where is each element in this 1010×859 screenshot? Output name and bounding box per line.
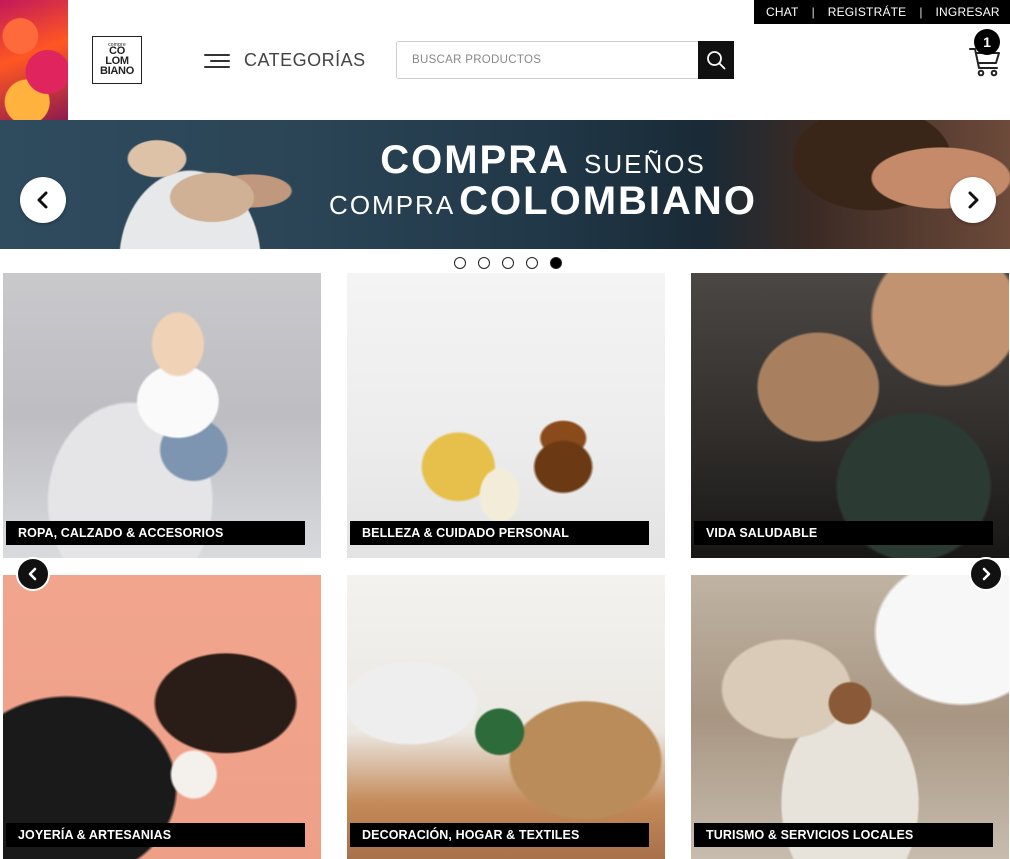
- carousel-dot-3[interactable]: [502, 257, 514, 269]
- category-card-joyeria[interactable]: JOYERÍA & ARTESANIAS: [3, 575, 321, 859]
- banner-prev-button[interactable]: [20, 177, 66, 223]
- chevron-left-icon: [28, 567, 37, 581]
- cart-count-badge: 1: [974, 29, 1000, 55]
- banner-text-compra-2: COMPRA: [329, 190, 456, 220]
- hamburger-icon: [204, 51, 230, 71]
- search-bar: [396, 41, 734, 79]
- category-card-belleza[interactable]: BELLEZA & CUIDADO PERSONAL: [347, 273, 665, 558]
- category-label: DECORACIÓN, HOGAR & TEXTILES: [350, 823, 649, 847]
- category-card-turismo[interactable]: TURISMO & SERVICIOS LOCALES: [691, 575, 1009, 859]
- hero-banner[interactable]: COMPRA SUEÑOS COMPRA COLOMBIANO: [0, 120, 1010, 249]
- category-image: [3, 575, 321, 859]
- carousel-dot-4[interactable]: [526, 257, 538, 269]
- chevron-left-icon: [37, 191, 48, 209]
- logo[interactable]: compre CO LOM BIANO: [92, 36, 142, 84]
- category-label: ROPA, CALZADO & ACCESORIOS: [6, 521, 305, 545]
- carousel-dot-5[interactable]: [550, 257, 562, 269]
- topbar-separator: |: [811, 5, 815, 19]
- chat-link[interactable]: CHAT: [766, 5, 799, 19]
- chevron-right-icon: [968, 191, 979, 209]
- categories-menu-button[interactable]: CATEGORÍAS: [204, 50, 366, 71]
- topbar-separator: |: [919, 5, 923, 19]
- register-link[interactable]: REGISTRÁTE: [828, 5, 907, 19]
- banner-headline: COMPRA SUEÑOS COMPRA COLOMBIANO: [303, 138, 783, 224]
- category-card-ropa[interactable]: ROPA, CALZADO & ACCESORIOS: [3, 273, 321, 558]
- banner-text-colombiano: COLOMBIANO: [459, 179, 757, 223]
- logo-line-3: BIANO: [100, 65, 134, 78]
- site-header: compre CO LOM BIANO CATEGORÍAS CHAT | RE…: [0, 0, 1010, 120]
- search-icon: [707, 51, 726, 70]
- category-label: BELLEZA & CUIDADO PERSONAL: [350, 521, 649, 545]
- carousel-dot-2[interactable]: [478, 257, 490, 269]
- top-account-bar: CHAT | REGISTRÁTE | INGRESAR: [754, 0, 1010, 24]
- banner-text-compra: COMPRA: [380, 138, 570, 182]
- banner-next-button[interactable]: [950, 177, 996, 223]
- categories-menu-label: CATEGORÍAS: [244, 50, 366, 70]
- carousel-dots: [454, 257, 562, 269]
- category-label: JOYERÍA & ARTESANIAS: [6, 823, 305, 847]
- category-label: VIDA SALUDABLE: [694, 521, 993, 545]
- chevron-right-icon: [982, 567, 991, 581]
- category-label: TURISMO & SERVICIOS LOCALES: [694, 823, 993, 847]
- search-input[interactable]: [396, 41, 698, 79]
- login-link[interactable]: INGRESAR: [936, 5, 1000, 19]
- banner-family-photo: [80, 120, 300, 249]
- category-image: [347, 273, 665, 558]
- search-button[interactable]: [698, 41, 734, 79]
- banner-text-suenos: SUEÑOS: [583, 149, 706, 179]
- categories-next-button[interactable]: [969, 557, 1003, 591]
- categories-prev-button[interactable]: [16, 557, 50, 591]
- category-image: [691, 273, 1009, 558]
- category-image: [691, 575, 1009, 859]
- carousel-dot-1[interactable]: [454, 257, 466, 269]
- category-card-vida-saludable[interactable]: VIDA SALUDABLE: [691, 273, 1009, 558]
- decorative-flower-image: [0, 0, 68, 120]
- category-card-decoracion[interactable]: DECORACIÓN, HOGAR & TEXTILES: [347, 575, 665, 859]
- category-image: [3, 273, 321, 558]
- category-image: [347, 575, 665, 859]
